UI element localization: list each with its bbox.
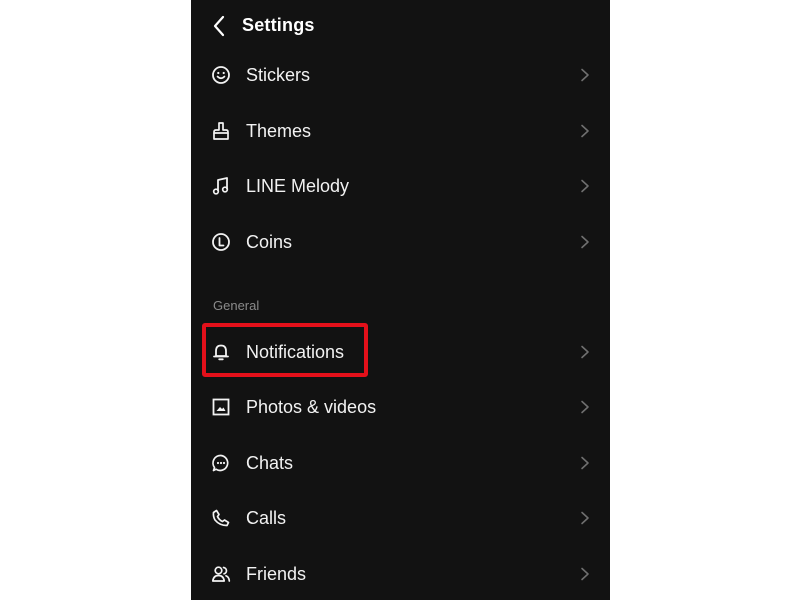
- phone-icon: [211, 508, 231, 528]
- page-title: Settings: [242, 15, 315, 35]
- settings-item-label: Friends: [246, 564, 307, 584]
- chevron-right-icon: [579, 400, 591, 414]
- chevron-right-icon: [579, 345, 591, 359]
- settings-item-label: Notifications: [246, 342, 345, 362]
- settings-item-themes[interactable]: Themes: [191, 107, 610, 155]
- settings-item-label: Coins: [246, 232, 293, 252]
- coin-icon: [211, 232, 231, 252]
- back-button[interactable]: [207, 12, 231, 40]
- chat-bubble-icon: [211, 453, 231, 473]
- header-bar: Settings: [191, 0, 610, 52]
- settings-item-coins[interactable]: Coins: [191, 218, 610, 266]
- settings-item-chats[interactable]: Chats: [191, 439, 610, 487]
- settings-item-line-melody[interactable]: LINE Melody: [191, 162, 610, 210]
- chevron-left-icon: [212, 15, 226, 37]
- chevron-right-icon: [579, 68, 591, 82]
- settings-item-notifications[interactable]: Notifications: [191, 328, 610, 376]
- settings-item-label: Calls: [246, 508, 287, 528]
- settings-item-friends[interactable]: Friends: [191, 550, 610, 598]
- music-note-icon: [211, 176, 231, 196]
- image-icon: [211, 397, 231, 417]
- settings-item-photos-videos[interactable]: Photos & videos: [191, 383, 610, 431]
- friends-icon: [211, 564, 231, 584]
- chevron-right-icon: [579, 179, 591, 193]
- settings-item-label: Photos & videos: [246, 397, 377, 417]
- settings-item-label: Chats: [246, 453, 294, 473]
- chevron-right-icon: [579, 567, 591, 581]
- smiley-icon: [211, 65, 231, 85]
- chevron-right-icon: [579, 235, 591, 249]
- settings-item-label: Stickers: [246, 65, 311, 85]
- section-header-general: General: [213, 298, 260, 313]
- bell-icon: [211, 342, 231, 362]
- chevron-right-icon: [579, 511, 591, 525]
- settings-item-label: Themes: [246, 121, 312, 141]
- chevron-right-icon: [579, 456, 591, 470]
- settings-item-stickers[interactable]: Stickers: [191, 51, 610, 99]
- settings-item-calls[interactable]: Calls: [191, 494, 610, 542]
- brush-icon: [211, 121, 231, 141]
- settings-screen: Settings Stickers Themes LINE Melody Coi…: [191, 0, 610, 600]
- chevron-right-icon: [579, 124, 591, 138]
- settings-item-label: LINE Melody: [246, 176, 350, 196]
